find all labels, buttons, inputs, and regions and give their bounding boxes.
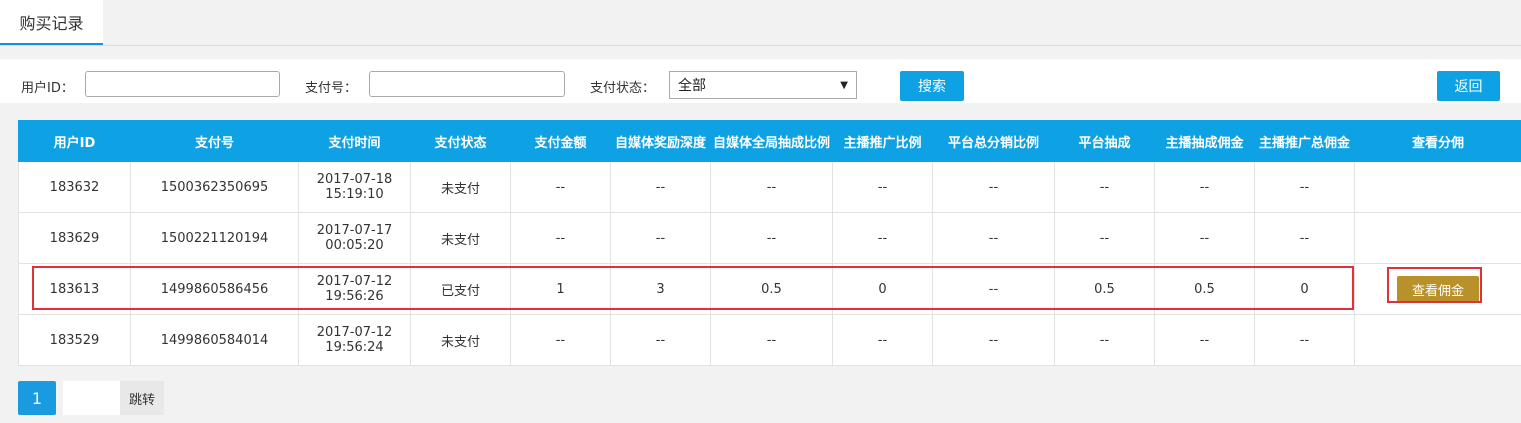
cell-amount: --: [510, 314, 611, 366]
cell-user-id: 183629: [18, 212, 131, 264]
page-jump-button[interactable]: 跳转: [120, 381, 164, 415]
cell-platform-cut: --: [1054, 161, 1155, 213]
cell-platform-cut: 0.5: [1054, 263, 1155, 315]
header-cell: 支付金额: [510, 120, 611, 162]
back-button[interactable]: 返回: [1437, 71, 1500, 101]
cell-global-ratio: --: [710, 314, 833, 366]
table-header-row: 用户ID 支付号 支付时间 支付状态 支付金额 自媒体奖励深度 自媒体全局抽成比…: [18, 120, 1521, 162]
header-cell: 支付号: [130, 120, 299, 162]
cell-user-id: 183613: [18, 263, 131, 315]
cell-status: 已支付: [410, 263, 511, 315]
header-cell: 主播抽成佣金: [1154, 120, 1255, 162]
user-id-label: 用户ID：: [21, 81, 74, 96]
cell-pay-no: 1499860584014: [130, 314, 299, 366]
filter-bar: 用户ID： 支付号： 支付状态： 全部 ▼ 搜索 返回: [0, 59, 1521, 103]
cell-global-ratio: 0.5: [710, 263, 833, 315]
chevron-down-icon: ▼: [840, 79, 848, 91]
cell-depth: 3: [610, 263, 711, 315]
pay-date: 2017-07-12: [316, 325, 393, 340]
header-cell: 平台抽成: [1054, 120, 1155, 162]
page-number-current[interactable]: 1: [18, 381, 56, 415]
cell-pay-no: 1500362350695: [130, 161, 299, 213]
cell-promo-ratio: --: [832, 212, 933, 264]
cell-anchor-commission: --: [1154, 161, 1255, 213]
pay-date: 2017-07-12: [316, 274, 393, 289]
cell-pay-time: 2017-07-17 00:05:20: [298, 212, 411, 264]
tab-bar: 购买记录: [0, 0, 1521, 46]
header-cell: 支付时间: [298, 120, 411, 162]
cell-pay-no: 1499860586456: [130, 263, 299, 315]
cell-promo-ratio: 0: [832, 263, 933, 315]
cell-promo-total: --: [1254, 314, 1355, 366]
cell-depth: --: [610, 314, 711, 366]
page-jump-input[interactable]: [63, 381, 120, 415]
cell-action: [1354, 314, 1521, 366]
cell-amount: 1: [510, 263, 611, 315]
header-cell: 用户ID: [18, 120, 131, 162]
tab-purchase-records[interactable]: 购买记录: [0, 0, 103, 45]
table-row: 183629 1500221120194 2017-07-17 00:05:20 …: [18, 212, 1521, 264]
cell-status: 未支付: [410, 161, 511, 213]
cell-pay-no: 1500221120194: [130, 212, 299, 264]
pay-no-input[interactable]: [369, 71, 565, 97]
table-row: 183632 1500362350695 2017-07-18 15:19:10 …: [18, 161, 1521, 213]
header-cell: 自媒体全局抽成比例: [710, 120, 833, 162]
cell-status: 未支付: [410, 212, 511, 264]
tab-label: 购买记录: [19, 13, 84, 33]
header-cell: 主播推广比例: [832, 120, 933, 162]
cell-dist-ratio: --: [932, 212, 1055, 264]
header-cell: 主播推广总佣金: [1254, 120, 1355, 162]
cell-user-id: 183529: [18, 314, 131, 366]
table-row: 183613 1499860586456 2017-07-12 19:56:26 …: [18, 263, 1521, 315]
pay-time: 19:56:26: [325, 289, 384, 304]
cell-pay-time: 2017-07-18 15:19:10: [298, 161, 411, 213]
cell-platform-cut: --: [1054, 212, 1155, 264]
cell-status: 未支付: [410, 314, 511, 366]
cell-pay-time: 2017-07-12 19:56:24: [298, 314, 411, 366]
header-cell: 自媒体奖励深度: [610, 120, 711, 162]
cell-dist-ratio: --: [932, 314, 1055, 366]
status-selected-value: 全部: [678, 78, 706, 94]
status-label: 支付状态：: [590, 81, 656, 96]
cell-action: [1354, 212, 1521, 264]
cell-global-ratio: --: [710, 212, 833, 264]
pay-no-label: 支付号：: [305, 81, 358, 96]
status-select[interactable]: 全部 ▼: [669, 71, 857, 99]
cell-promo-total: --: [1254, 161, 1355, 213]
search-button[interactable]: 搜索: [900, 71, 964, 101]
pay-time: 19:56:24: [325, 340, 384, 355]
header-cell: 查看分佣: [1354, 120, 1521, 162]
cell-promo-ratio: --: [832, 314, 933, 366]
cell-anchor-commission: --: [1154, 314, 1255, 366]
pay-date: 2017-07-17: [316, 223, 393, 238]
purchase-table: 用户ID 支付号 支付时间 支付状态 支付金额 自媒体奖励深度 自媒体全局抽成比…: [18, 120, 1521, 366]
cell-promo-total: 0: [1254, 263, 1355, 315]
pay-time: 00:05:20: [325, 238, 384, 253]
cell-anchor-commission: --: [1154, 212, 1255, 264]
user-id-input[interactable]: [85, 71, 280, 97]
view-commission-button[interactable]: 查看佣金: [1397, 276, 1479, 302]
cell-amount: --: [510, 212, 611, 264]
header-cell: 支付状态: [410, 120, 511, 162]
cell-dist-ratio: --: [932, 161, 1055, 213]
cell-pay-time: 2017-07-12 19:56:26: [298, 263, 411, 315]
pay-date: 2017-07-18: [316, 172, 393, 187]
cell-amount: --: [510, 161, 611, 213]
cell-anchor-commission: 0.5: [1154, 263, 1255, 315]
cell-depth: --: [610, 212, 711, 264]
cell-user-id: 183632: [18, 161, 131, 213]
cell-depth: --: [610, 161, 711, 213]
cell-action: 查看佣金: [1354, 263, 1521, 315]
cell-promo-total: --: [1254, 212, 1355, 264]
cell-global-ratio: --: [710, 161, 833, 213]
table-row: 183529 1499860584014 2017-07-12 19:56:24 …: [18, 314, 1521, 366]
cell-platform-cut: --: [1054, 314, 1155, 366]
cell-dist-ratio: --: [932, 263, 1055, 315]
cell-action: [1354, 161, 1521, 213]
header-cell: 平台总分销比例: [932, 120, 1055, 162]
cell-promo-ratio: --: [832, 161, 933, 213]
pay-time: 15:19:10: [325, 187, 384, 202]
